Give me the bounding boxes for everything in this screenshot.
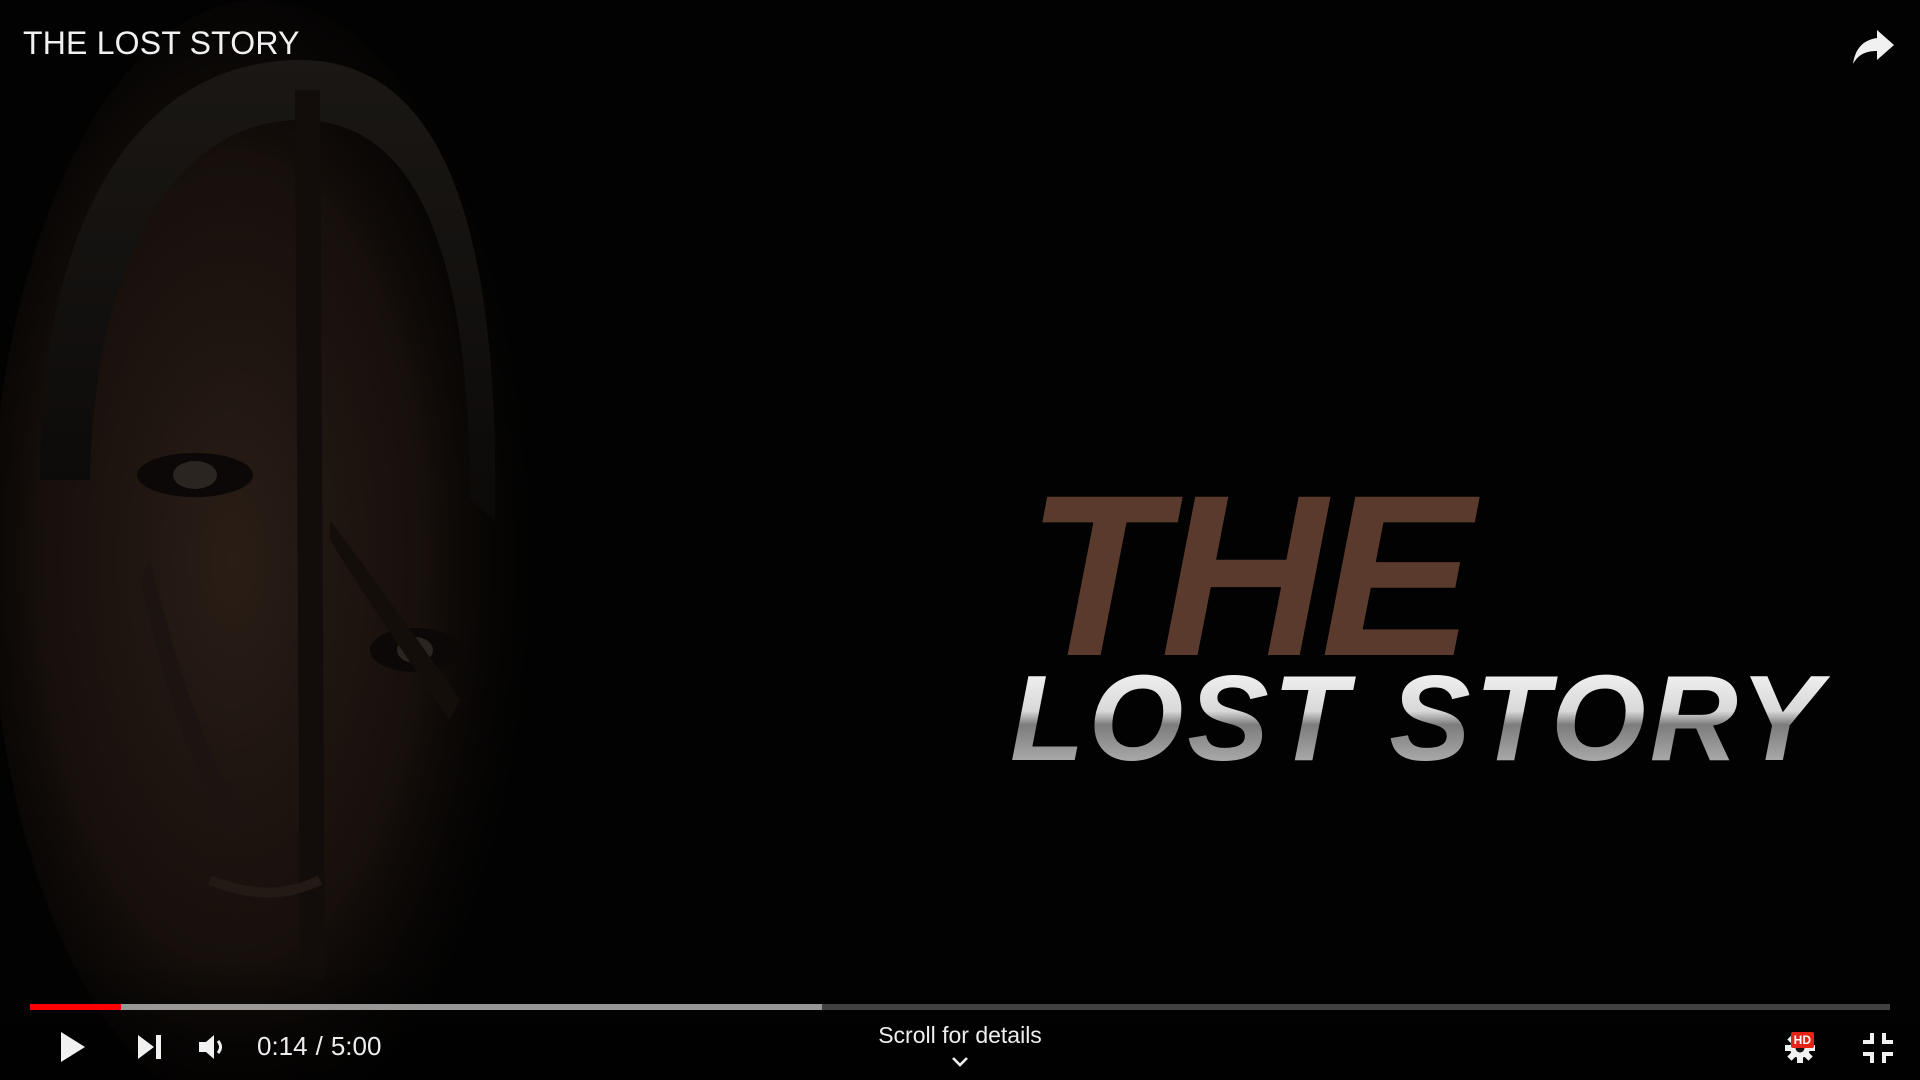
exit-fullscreen-button[interactable] xyxy=(1856,1028,1900,1068)
seek-bar[interactable] xyxy=(30,1004,1890,1010)
current-time: 0:14 xyxy=(257,1031,308,1061)
seek-bar-buffered xyxy=(30,1004,823,1010)
duration: 5:00 xyxy=(330,1031,382,1061)
volume-icon xyxy=(199,1035,222,1059)
exit-fullscreen-icon xyxy=(1863,1033,1893,1063)
time-display: 0:14 / 5:00 xyxy=(257,1031,381,1062)
share-arrow-icon xyxy=(1853,30,1894,64)
title-graphic: THE LOST STORY xyxy=(1010,447,1827,786)
play-button[interactable] xyxy=(53,1026,93,1068)
face-artwork xyxy=(0,0,530,1080)
next-button[interactable] xyxy=(134,1030,166,1064)
share-button[interactable] xyxy=(1850,24,1898,68)
next-icon xyxy=(138,1035,161,1059)
video-title[interactable]: THE LOST STORY xyxy=(23,25,300,62)
chevron-down-icon[interactable] xyxy=(950,1055,970,1069)
mute-button[interactable] xyxy=(194,1030,230,1064)
title-art-lost-story: LOST STORY xyxy=(1010,650,1831,786)
video-player[interactable]: THE LOST STORY THE LOST STORY 0:14 / 5:0… xyxy=(0,0,1920,1080)
time-separator: / xyxy=(315,1031,323,1061)
play-icon xyxy=(61,1032,85,1062)
scroll-hint-label[interactable]: Scroll for details xyxy=(878,1022,1042,1048)
seek-bar-played xyxy=(30,1004,122,1010)
hd-badge: HD xyxy=(1790,1032,1814,1048)
